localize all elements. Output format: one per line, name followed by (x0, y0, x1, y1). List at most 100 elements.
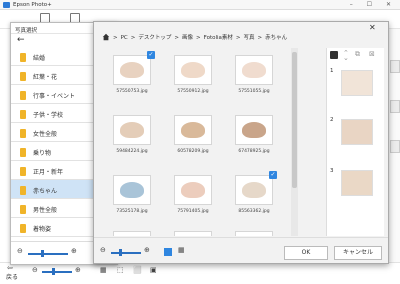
breadcrumb: > PC > デスクトップ > 画像 > Fotolia素材 > 写真 > 赤ちゃん (113, 33, 290, 43)
photo-thumbnail[interactable] (174, 175, 212, 205)
selected-photo-thumbnail[interactable] (341, 70, 373, 96)
folder-icon (20, 186, 26, 195)
breadcrumb-separator: > (257, 35, 263, 41)
zoom-in-icon[interactable]: ⊕ (71, 247, 77, 255)
photo-grid: ✓ 57550753.jpg 57550912.jpg 57551055.jpg 594… (104, 48, 291, 236)
app-title: Epson Photo+ (13, 2, 52, 8)
fit-icon[interactable]: ⬚ (117, 266, 124, 274)
app-zoom-slider[interactable] (42, 271, 72, 273)
window-controls[interactable]: – ☐ ✕ (350, 1, 397, 8)
home-icon[interactable] (102, 33, 110, 41)
breadcrumb-item[interactable]: Fotolia素材 (204, 35, 233, 41)
photo-thumbnail[interactable] (235, 115, 273, 145)
zoom-slider[interactable] (111, 252, 141, 254)
photo-thumbnail[interactable] (113, 231, 151, 236)
breadcrumb-separator: > (130, 35, 136, 41)
photo-thumbnail[interactable]: ✓ (235, 171, 277, 205)
folder-label: 赤ちゃん (33, 188, 58, 195)
photo-thumbnail[interactable] (174, 115, 212, 145)
back-arrow-icon[interactable]: ← (17, 35, 25, 45)
select-all-icon[interactable] (330, 51, 338, 59)
zoom-out-icon[interactable]: ⊖ (17, 247, 23, 255)
close-icon[interactable]: ✕ (369, 23, 376, 32)
baby-photo-image (242, 62, 266, 78)
selected-index: 3 (330, 168, 334, 174)
baby-photo-image (242, 182, 266, 198)
app-logo-icon (3, 2, 10, 8)
back-arrow-icon[interactable]: ⇦ (7, 264, 13, 272)
folder-label: 紅葉・花 (33, 74, 58, 81)
folder-icon (20, 224, 26, 233)
photo-filename: 67478925.jpg (238, 149, 270, 154)
scrollbar-thumb[interactable] (292, 52, 297, 188)
photo-thumbnail[interactable]: ✓ (113, 51, 155, 85)
ok-button[interactable]: OK (284, 246, 328, 260)
breadcrumb-item[interactable]: PC (121, 35, 128, 41)
folder-icon (20, 53, 26, 62)
photo-thumbnail[interactable] (113, 115, 151, 145)
photo-thumbnail[interactable] (174, 231, 212, 236)
zoom-out-icon[interactable]: ⊖ (100, 246, 106, 254)
breadcrumb-separator: > (235, 35, 241, 41)
photo-select-dialog: ✕ > PC > デスクトップ > 画像 > Fotolia素材 > 写真 > 赤ちゃん ✓ 57550… (93, 21, 389, 264)
photo-filename: 57551055.jpg (238, 89, 270, 94)
breadcrumb-separator: > (174, 35, 180, 41)
folder-dialog-title: 写真選択 (15, 28, 38, 34)
selected-panel-toolbar: ⌃ ⌄ ⧉ ⊠ (327, 48, 385, 62)
zoom-in-icon[interactable]: ⊕ (144, 246, 150, 254)
selected-photo-thumbnail[interactable] (341, 170, 373, 196)
app-bottom-bar (0, 262, 400, 284)
baby-photo-image (181, 182, 205, 198)
photo-filename: 59484224.jpg (116, 149, 148, 154)
folder-label: 行事・イベント (33, 93, 76, 100)
move-down-icon[interactable]: ⌄ (343, 54, 349, 62)
photo-thumbnail[interactable] (235, 55, 273, 85)
photo-thumbnail[interactable] (113, 175, 151, 205)
back-label[interactable]: 戻る (6, 272, 18, 281)
breadcrumb-separator: > (113, 35, 118, 41)
strip-thumbnail[interactable] (390, 140, 400, 153)
zoom-slider[interactable] (28, 253, 68, 255)
zoom-slider-thumb[interactable] (119, 249, 122, 256)
folder-icon (20, 110, 26, 119)
cancel-button[interactable]: キャンセル (334, 246, 382, 260)
folder-icon (20, 205, 26, 214)
checkmark-icon[interactable]: ✓ (147, 51, 155, 59)
copy-icon[interactable]: ⧉ (355, 50, 360, 59)
delete-icon[interactable]: ⊠ (369, 50, 375, 58)
grid-view-icon[interactable] (164, 248, 172, 256)
selected-photo-thumbnail[interactable] (341, 119, 373, 145)
photo-thumbnail[interactable] (235, 231, 273, 236)
image-icon[interactable]: ▣ (150, 266, 157, 274)
photo-grid-scrollbar[interactable] (291, 48, 298, 236)
zoom-out-icon[interactable]: ⊖ (32, 266, 38, 274)
folder-icon (20, 148, 26, 157)
folder-icon (20, 91, 26, 100)
strip-thumbnail[interactable] (390, 60, 400, 73)
folder-label: 正月・新年 (33, 169, 64, 176)
photo-filename: 73525178.jpg (116, 209, 148, 214)
folder-icon (20, 72, 26, 81)
breadcrumb-item[interactable]: 画像 (182, 35, 193, 41)
folder-label: 結婚 (33, 55, 46, 62)
zoom-in-icon[interactable]: ⊕ (75, 266, 81, 274)
calendar-icon[interactable]: ▦ (178, 246, 185, 254)
photo-filename: 75791405.jpg (177, 209, 209, 214)
app-zoom-slider-thumb[interactable] (52, 268, 55, 275)
selected-photos-panel: ⌃ ⌄ ⧉ ⊠ 1 2 3 (326, 48, 384, 236)
folder-label: 男性全般 (33, 207, 58, 214)
strip-thumbnail[interactable] (390, 100, 400, 113)
breadcrumb-item[interactable]: 写真 (244, 35, 255, 41)
zoom-slider-thumb[interactable] (41, 250, 44, 257)
baby-photo-image (242, 122, 266, 138)
photo-filename: 57550912.jpg (177, 89, 209, 94)
checkmark-icon[interactable]: ✓ (269, 171, 277, 179)
photo-thumbnail[interactable] (174, 55, 212, 85)
expand-icon[interactable]: ⬜ (133, 266, 142, 274)
breadcrumb-item[interactable]: 赤ちゃん (265, 35, 287, 41)
breadcrumb-item[interactable]: デスクトップ (138, 35, 171, 41)
grid-view-icon[interactable]: ▦ (100, 266, 107, 274)
dialog-footer: ⊖ ⊕ ▦ OK キャンセル (94, 237, 388, 263)
photo-filename: 60578209.jpg (177, 149, 209, 154)
folder-icon (20, 167, 26, 176)
